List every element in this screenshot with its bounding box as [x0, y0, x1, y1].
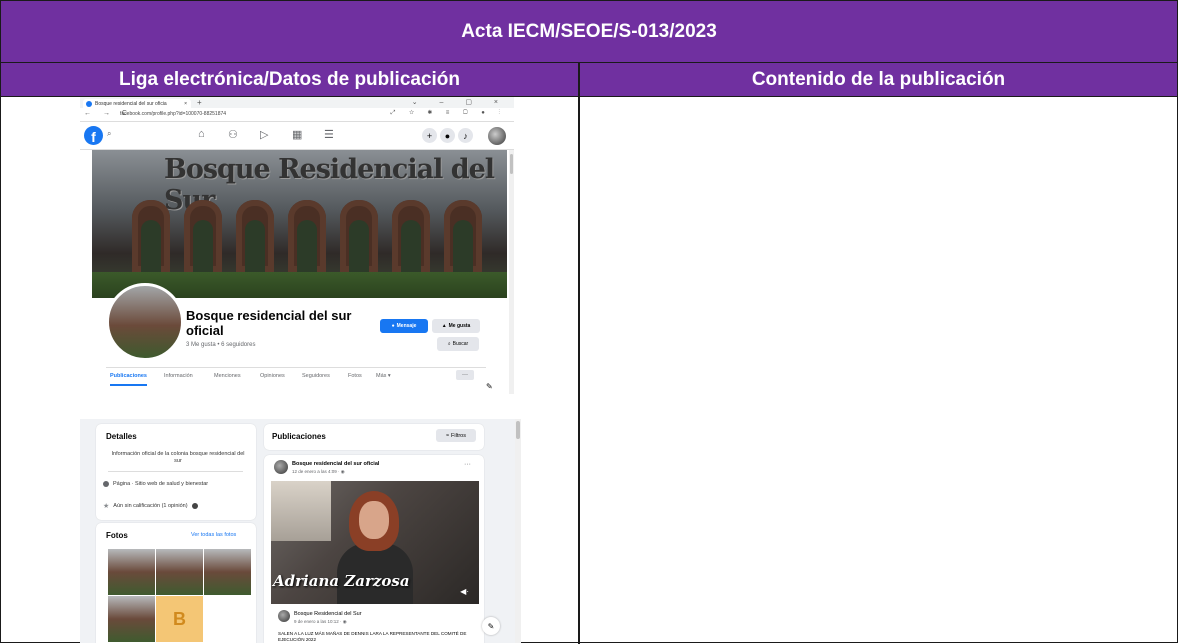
- cover-arch: [288, 200, 326, 272]
- search-button-label: Buscar: [452, 341, 469, 347]
- create-icon[interactable]: +: [422, 128, 437, 143]
- shared-author-avatar[interactable]: [278, 610, 290, 622]
- messenger-icon: ●: [391, 323, 395, 329]
- tab-mas[interactable]: Más ▾: [376, 373, 391, 379]
- thumbs-up-icon: ▲: [441, 323, 447, 329]
- posts-title: Publicaciones: [272, 432, 326, 441]
- acta-title: Acta IECM/SEOE/S-013/2023: [461, 20, 717, 42]
- post-options-icon[interactable]: ···: [464, 461, 471, 468]
- cover-photo: Bosque Residencial del Sur: [92, 150, 507, 298]
- divider: [108, 471, 243, 472]
- cover-arch: [236, 200, 274, 272]
- facebook-favicon-icon: [86, 100, 92, 107]
- column-header-row: Liga electrónica/Datos de publicación Co…: [1, 63, 1177, 97]
- column-header-right: Contenido de la publicación: [751, 69, 1006, 90]
- tab-informacion[interactable]: Información: [164, 373, 193, 379]
- details-title: Detalles: [106, 432, 137, 441]
- details-card: Detalles Información oficial de la colon…: [96, 424, 256, 520]
- facebook-profile-screenshot: Bosque residencial del sur oficia × + ⌄ …: [80, 97, 514, 394]
- photos-title: Fotos: [106, 531, 128, 540]
- notifications-icon[interactable]: ♪: [458, 128, 473, 143]
- post-video[interactable]: Adriana Zarzosa ◀·: [271, 481, 479, 604]
- acta-title-row: Acta IECM/SEOE/S-013/2023: [1, 1, 1177, 63]
- detail-page-category: Página · Sitio web de salud y bienestar: [103, 481, 208, 487]
- browser-tab-title: Bosque residencial del sur oficia: [95, 100, 167, 107]
- edit-icon[interactable]: ✎: [482, 617, 500, 635]
- photos-card: Fotos Ver todas las fotos B: [96, 523, 256, 643]
- post-date[interactable]: 12 de enero a las 4:09 · ◉: [292, 469, 345, 475]
- info-icon: [103, 481, 109, 487]
- cover-arch: [392, 200, 430, 272]
- post-author-avatar[interactable]: [274, 460, 288, 474]
- video-caption: Adriana Zarzosa: [273, 572, 410, 590]
- post-author[interactable]: Bosque residencial del sur oficial: [292, 461, 379, 467]
- filters-button[interactable]: ≈ Filtros: [436, 429, 476, 442]
- new-tab-icon[interactable]: +: [197, 98, 202, 107]
- shared-post-text: SALEN A LA LUZ MÁS MAÑAS DE DENNIS LARA …: [278, 631, 467, 642]
- marketplace-icon[interactable]: ▦: [292, 128, 302, 141]
- scrollbar[interactable]: [515, 419, 521, 643]
- column-header-left: Liga electrónica/Datos de publicación: [118, 69, 461, 90]
- search-icon: ⌕: [447, 341, 451, 347]
- account-avatar[interactable]: [488, 127, 506, 145]
- tab-fotos[interactable]: Fotos: [348, 373, 362, 379]
- cover-arch: [184, 200, 222, 272]
- details-description: Información oficial de la colonia bosque…: [111, 451, 245, 464]
- message-button[interactable]: ● Mensaje: [380, 319, 428, 333]
- photo-thumbnail[interactable]: [156, 549, 203, 595]
- profile-tabs: Publicaciones Información Menciones Opin…: [106, 367, 486, 386]
- page-stats: 3 Me gusta • 6 seguidores: [186, 342, 256, 348]
- detail-rating: ★ Aún sin calificación (1 opinión): [103, 502, 198, 510]
- browser-url[interactable]: facebook.com/profile.php?id=100070-88251…: [120, 111, 226, 117]
- tab-menciones[interactable]: Menciones: [214, 373, 241, 379]
- home-icon[interactable]: ⌂: [198, 128, 205, 140]
- menu-icon[interactable]: ☰: [324, 128, 334, 141]
- page-name: Bosque residencial del sur oficial: [186, 308, 352, 338]
- star-icon: ★: [103, 503, 110, 510]
- browser-tab[interactable]: Bosque residencial del sur oficia ×: [83, 99, 191, 108]
- scrollbar[interactable]: [509, 150, 514, 394]
- tab-opiniones[interactable]: Opiniones: [260, 373, 285, 379]
- shared-post-date[interactable]: 9 de enero a las 10:12 · ◉: [294, 619, 347, 625]
- profile-picture[interactable]: [106, 283, 184, 361]
- friends-icon[interactable]: ⚇: [228, 128, 238, 141]
- cover-arch: [444, 200, 482, 272]
- photo-thumbnail[interactable]: [108, 549, 155, 595]
- search-icon[interactable]: ⌕: [107, 129, 111, 139]
- photo-thumbnail[interactable]: [108, 596, 155, 642]
- browser-toolbar-icons[interactable]: ⤢ ☆ ✱ ≡ ▢ ● ⋮: [391, 110, 506, 117]
- photo-thumbnail[interactable]: [204, 549, 251, 595]
- shared-post-author[interactable]: Bosque Residencial del Sur: [294, 611, 362, 617]
- more-options-button[interactable]: ···: [456, 370, 474, 380]
- tab-publicaciones[interactable]: Publicaciones: [110, 373, 147, 386]
- browser-address-row: ← → C facebook.com/profile.php?id=100070…: [80, 108, 514, 122]
- window-controls[interactable]: ⌄ – ▢ ×: [412, 98, 508, 106]
- message-button-label: Mensaje: [396, 323, 417, 329]
- edit-icon[interactable]: ✎: [486, 382, 493, 391]
- like-button[interactable]: ▲ Me gusta: [432, 319, 480, 333]
- volume-icon[interactable]: ◀·: [460, 587, 469, 596]
- filter-icon: ≈: [445, 432, 450, 439]
- watch-icon[interactable]: ▷: [260, 128, 268, 141]
- search-button[interactable]: ⌕ Buscar: [437, 337, 479, 351]
- column-divider: [578, 63, 580, 644]
- browser-tabbar: Bosque residencial del sur oficia × + ⌄ …: [80, 97, 514, 108]
- see-all-photos-link[interactable]: Ver todas las fotos: [191, 532, 236, 538]
- tab-close-icon[interactable]: ×: [184, 101, 187, 107]
- facebook-topbar: f ⌕ ⌂ ⚇ ▷ ▦ ☰ + ● ♪: [80, 122, 514, 150]
- facebook-logo-icon[interactable]: f: [84, 126, 103, 145]
- photo-thumbnail-logo[interactable]: B: [156, 596, 203, 642]
- cover-arch: [340, 200, 378, 272]
- info-icon: [191, 503, 198, 509]
- tab-seguidores[interactable]: Seguidores: [302, 373, 330, 379]
- like-button-label: Me gusta: [448, 323, 471, 329]
- cover-arch: [132, 200, 170, 272]
- messenger-icon[interactable]: ●: [440, 128, 455, 143]
- facebook-feed-screenshot: Detalles Información oficial de la colon…: [80, 419, 521, 643]
